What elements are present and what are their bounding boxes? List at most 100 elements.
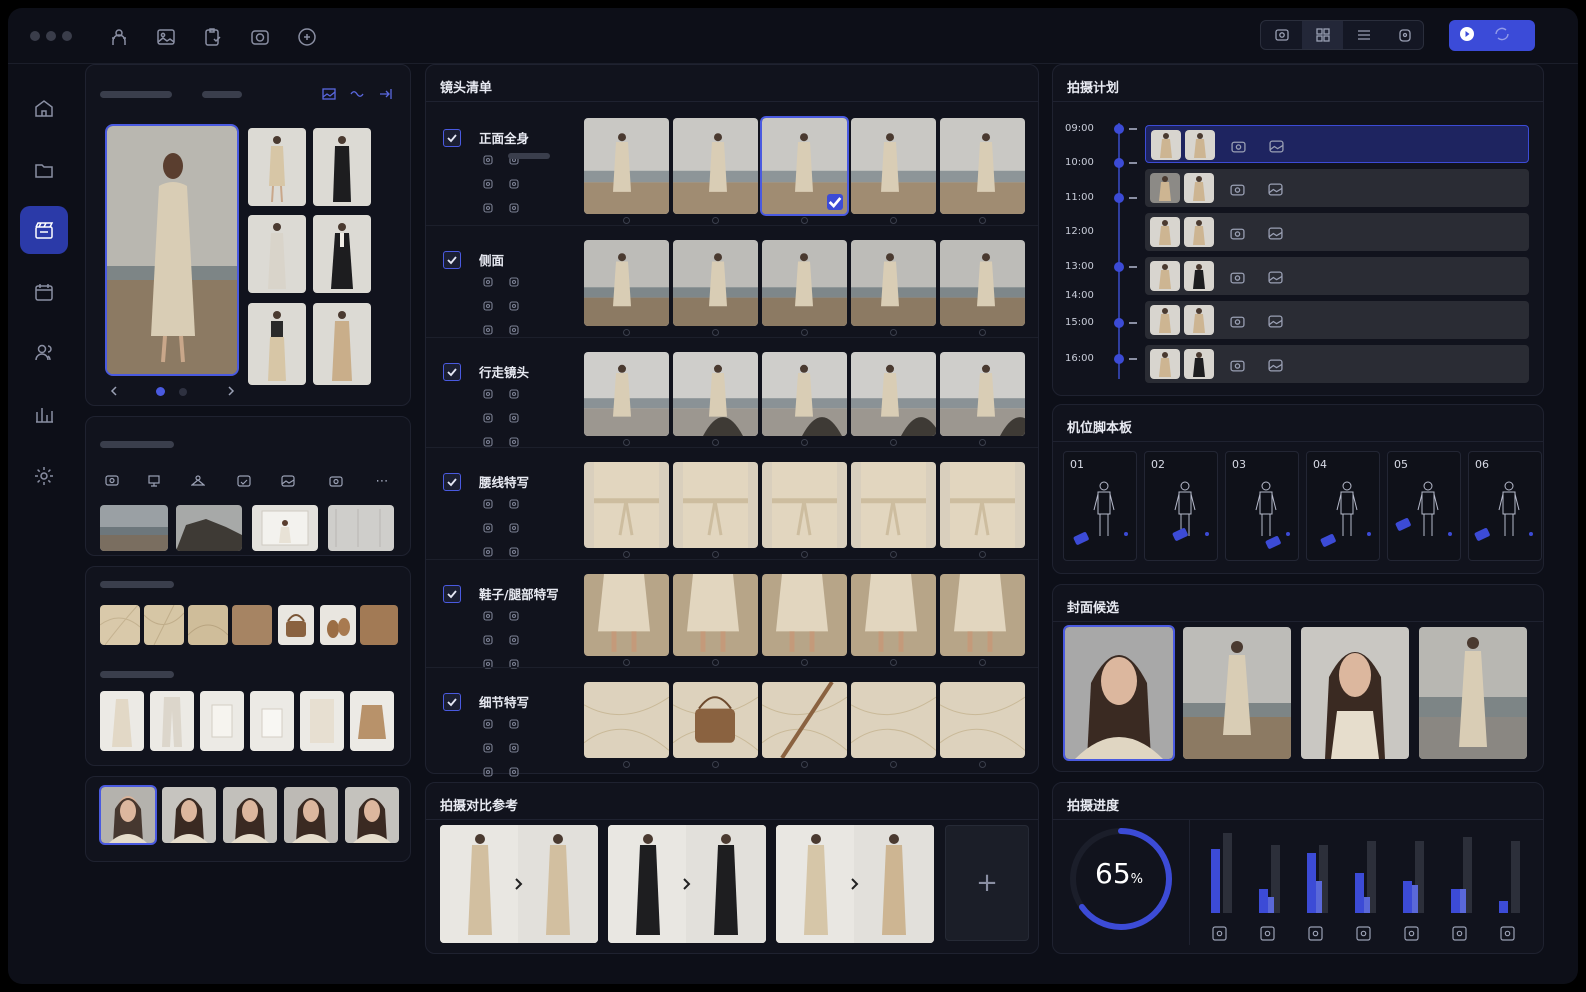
shot-thumbnail[interactable] [851,682,936,758]
figure-icon[interactable] [481,521,495,535]
camera-icon[interactable] [1229,269,1245,285]
garment-thumbnail[interactable] [300,691,344,751]
pager-dot-active[interactable] [156,387,165,396]
shot-thumbnail[interactable] [673,574,758,656]
grid-view-icon[interactable] [1302,21,1343,49]
figure-pair-icon[interactable] [507,741,521,755]
rating-dot[interactable] [623,329,630,336]
figure-icon[interactable] [481,411,495,425]
rating-dot[interactable] [623,659,630,666]
frame-icon[interactable] [507,717,521,731]
shot-thumbnail[interactable] [940,118,1025,214]
shot-thumbnail[interactable] [673,352,758,436]
move-icon[interactable] [481,497,495,511]
storyboard-card[interactable]: 04 [1306,451,1380,561]
shot-checkbox[interactable] [443,693,461,711]
image-icon[interactable] [1267,357,1283,373]
rating-dot[interactable] [979,329,986,336]
face-thumbnail[interactable] [223,787,277,843]
rating-dot[interactable] [979,551,986,558]
compare-pair[interactable] [608,825,766,943]
cover-candidate[interactable] [1183,627,1291,759]
link-icon[interactable] [348,85,366,103]
rating-dot[interactable] [801,761,808,768]
cover-candidate[interactable] [1301,627,1409,759]
rating-dot[interactable] [623,761,630,768]
export-icon[interactable] [376,85,394,103]
shot-thumbnail[interactable] [673,240,758,326]
face-thumbnail[interactable] [162,787,216,843]
figure-pair-icon[interactable] [507,521,521,535]
figure-icon[interactable] [481,177,495,191]
pager-dot[interactable] [179,388,187,396]
figure-icon[interactable] [481,633,495,647]
team-icon[interactable] [20,328,68,376]
lens-icon[interactable] [507,657,521,671]
chevron-left-icon[interactable] [106,383,122,399]
figure-icon[interactable] [481,741,495,755]
shot-thumbnail[interactable] [851,352,936,436]
frame-icon[interactable] [507,275,521,289]
timeline-node[interactable] [1114,193,1124,203]
shot-checkbox[interactable] [443,473,461,491]
compare-pair[interactable] [440,825,598,943]
hanger-icon[interactable] [190,473,206,489]
image-icon[interactable] [1267,313,1283,329]
shot-thumbnail[interactable] [940,574,1025,656]
timeline-node[interactable] [1114,124,1124,134]
frame-icon[interactable] [507,497,521,511]
timeline-node[interactable] [1114,354,1124,364]
run-button[interactable] [1449,20,1535,51]
material-swatch[interactable] [232,605,272,645]
plan-row[interactable] [1145,301,1529,339]
image-compare-icon[interactable] [320,85,338,103]
shot-thumbnail[interactable] [584,462,669,548]
scene-thumbnail[interactable] [100,505,168,551]
storyboard-card[interactable]: 02 [1144,451,1218,561]
chevron-right-icon[interactable] [223,383,239,399]
rating-dot[interactable] [979,439,986,446]
rating-dot[interactable] [712,761,719,768]
timeline-node[interactable] [1114,318,1124,328]
single-view-icon[interactable] [1261,21,1302,49]
rating-dot[interactable] [801,439,808,446]
outfit-thumbnail[interactable] [313,128,371,206]
garment-thumbnail[interactable] [150,691,194,751]
plan-thumbnail[interactable] [1150,305,1180,335]
cover-candidate[interactable] [1063,625,1175,761]
scene-thumbnail[interactable] [176,505,242,551]
shot-checkbox[interactable] [443,129,461,147]
garment-thumbnail[interactable] [200,691,244,751]
storyboard-card[interactable]: 01 [1063,451,1137,561]
outfit-thumbnail[interactable] [248,128,306,206]
image-icon[interactable] [1267,269,1283,285]
camera-icon[interactable] [481,545,495,559]
plan-thumbnail[interactable] [1150,349,1180,379]
figure-pair-icon[interactable] [507,177,521,191]
storyboard-card[interactable]: 06 [1468,451,1542,561]
material-swatch[interactable] [144,605,184,645]
shot-thumbnail[interactable] [851,118,936,214]
rating-dot[interactable] [712,329,719,336]
main-model-photo[interactable] [105,124,239,376]
rating-dot[interactable] [801,329,808,336]
camera-icon[interactable] [249,26,271,48]
add-compare-button[interactable]: + [945,825,1029,941]
shot-thumbnail[interactable] [762,462,847,548]
lens-icon[interactable] [507,545,521,559]
image-check-icon[interactable] [236,473,252,489]
shot-thumbnail[interactable] [673,462,758,548]
shot-thumbnail[interactable] [940,682,1025,758]
rating-dot[interactable] [712,439,719,446]
storyboard-card[interactable]: 05 [1387,451,1461,561]
rating-dot[interactable] [890,659,897,666]
storyboard-card[interactable]: 03 [1225,451,1299,561]
camera-icon[interactable] [481,201,495,215]
shot-thumbnail[interactable] [940,240,1025,326]
compare-pair[interactable] [776,825,934,943]
shot-checkbox[interactable] [443,585,461,603]
camera-icon[interactable] [1229,225,1245,241]
garment-thumbnail[interactable] [250,691,294,751]
more-icon[interactable]: ⋯ [374,473,390,489]
figure-pair-icon[interactable] [507,411,521,425]
